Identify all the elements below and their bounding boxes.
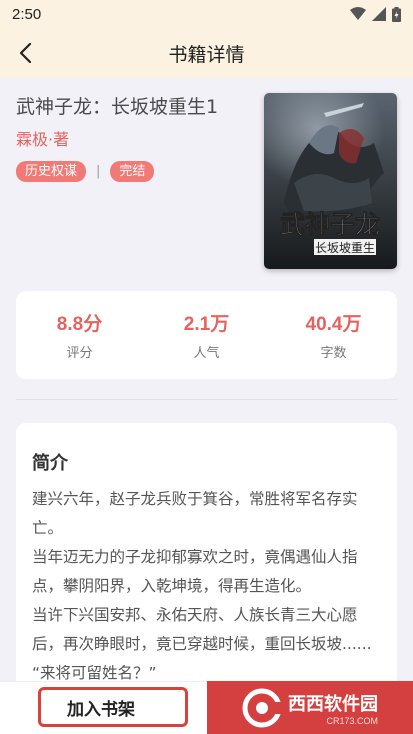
tag-status: 完结 [110, 161, 155, 182]
watermark-text-group: 西西软件园 CR173.COM [288, 690, 378, 726]
stat-value: 2.1万 [183, 314, 230, 335]
watermark-logo-icon [242, 688, 282, 727]
intro-paragraph: 当许下兴国安邦、永佑天府、人族长青三大心愿后，再次睁眼时，竟已穿越时候，重回长坂… [32, 606, 372, 653]
watermark-subtext: CR173.COM [326, 715, 378, 726]
intro-paragraph: 建兴六年，赵子龙兵败于箕谷，常胜将军名存实亡。 [32, 490, 358, 537]
book-title: 武神子龙：长坂坡重生1 [16, 96, 219, 118]
stat-word-count: 40.4万 字数 [274, 309, 394, 361]
stat-value: 8.8分 [56, 314, 103, 335]
intro-paragraph: “来将可留姓名？” [32, 664, 157, 682]
stat-label: 字数 [320, 346, 347, 361]
book-cover[interactable]: 武神子龙 长坂坡重生 [264, 93, 397, 269]
top-header: 书籍详情 [0, 28, 413, 78]
page-title: 书籍详情 [168, 43, 245, 66]
stat-value: 40.4万 [305, 314, 362, 335]
stat-label: 评分 [66, 346, 93, 361]
intro-heading: 简介 [32, 453, 68, 474]
svg-text:长坂坡重生: 长坂坡重生 [315, 241, 375, 255]
stat-label: 人气 [193, 346, 220, 361]
status-bar: 2:50 [0, 0, 413, 28]
status-time: 2:50 [12, 5, 42, 23]
wifi-icon [350, 7, 366, 20]
book-author[interactable]: 霖极·著 [16, 126, 69, 150]
status-icons [350, 6, 401, 22]
divider [16, 399, 397, 400]
cover-image: 武神子龙 长坂坡重生 [264, 93, 397, 269]
add-to-shelf-button[interactable]: 加入书架 [38, 687, 188, 727]
svg-text:武神子龙: 武神子龙 [280, 210, 380, 239]
chevron-left-icon [19, 42, 32, 64]
battery-icon [392, 6, 401, 22]
tag-separator: | [96, 164, 101, 179]
tag-genre[interactable]: 历史权谋 [16, 161, 87, 182]
intro-paragraph: 当年迈无力的子龙抑郁寡欢之时，竟偶遇仙人指点，攀阴阳界，入乾坤境，得再生造化。 [32, 548, 358, 595]
intro-text: 建兴六年，赵子龙兵败于箕谷，常胜将军名存实亡。 当年迈无力的子龙抑郁寡欢之时，竟… [32, 485, 384, 683]
stat-popularity: 2.1万 人气 [147, 309, 267, 361]
back-button[interactable] [14, 40, 40, 66]
stat-rating: 8.8分 评分 [20, 309, 140, 361]
watermark: 西西软件园 CR173.COM [207, 681, 413, 734]
signal-icon [372, 7, 386, 21]
intro-card: 简介 建兴六年，赵子龙兵败于箕谷，常胜将军名存实亡。 当年迈无力的子龙抑郁寡欢之… [16, 423, 397, 683]
tag-list: 历史权谋 | 完结 [16, 161, 155, 182]
watermark-text: 西西软件园 [288, 693, 378, 715]
stats-card: 8.8分 评分 2.1万 人气 40.4万 字数 [16, 291, 397, 379]
